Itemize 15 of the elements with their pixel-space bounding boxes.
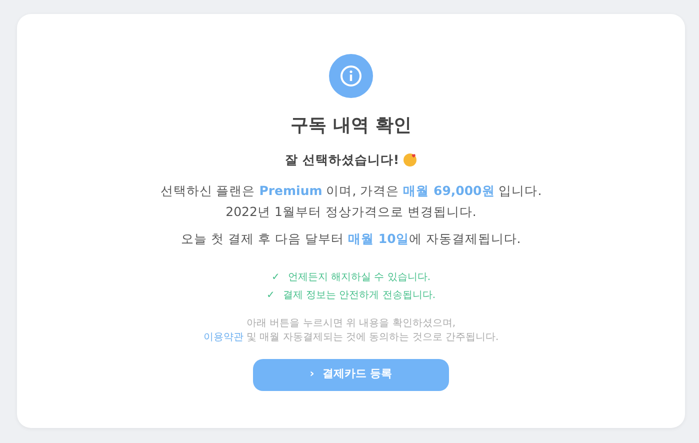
chevron-icon: › bbox=[310, 366, 314, 383]
info-icon bbox=[329, 54, 373, 98]
billing-description: 오늘 첫 결제 후 다음 달부터 매월 10일에 자동결제됩니다. bbox=[181, 230, 521, 248]
plan-description: 선택하신 플랜은 Premium 이며, 가격은 매월 69,000원 입니다. 2022년 1월부터 정상가격으로 변경됩니다. bbox=[160, 182, 542, 221]
check-icon: ✓ bbox=[271, 268, 280, 286]
greeting-text: 잘 선택하셨습니다! bbox=[284, 151, 400, 169]
terms-link[interactable]: 이용약관 bbox=[203, 332, 244, 342]
notice-text: 이용약관 및 매월 자동결제되는 것에 동의하는 것으로 간주됩니다. bbox=[203, 330, 499, 344]
benefit-text: 언제든지 해지하실 수 있습니다. bbox=[288, 270, 431, 284]
benefit-text: 결제 정보는 안전하게 전송됩니다. bbox=[282, 288, 436, 302]
notice-text: 아래 버튼을 누르시면 위 내용을 확인하셨으며, bbox=[245, 316, 457, 330]
check-icon: ✓ bbox=[266, 286, 275, 304]
dialog-title: 구독 내역 확인 bbox=[290, 114, 412, 138]
register-card-button[interactable]: › 결제카드 등록 bbox=[253, 358, 449, 390]
heart-emoji-icon bbox=[403, 153, 418, 168]
